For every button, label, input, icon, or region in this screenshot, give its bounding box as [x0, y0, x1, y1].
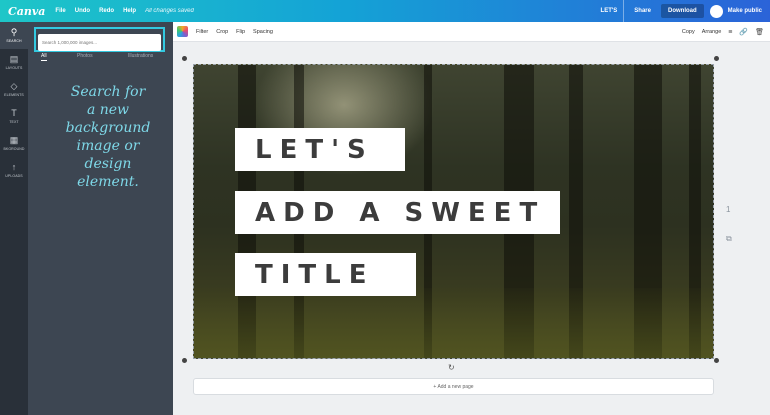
editor-toolbar: Filter Crop Flip Spacing Copy Arrange ≡ …: [173, 22, 770, 42]
hint-line: background: [65, 120, 151, 136]
topbar-actions: LET'S Share Download Make public: [595, 0, 770, 22]
panel-hint: Search for a new background image or des…: [40, 83, 176, 191]
elements-icon: ◇: [10, 81, 18, 91]
filter-button[interactable]: Filter: [196, 29, 208, 35]
nav-label-background: BKGROUND: [3, 147, 25, 151]
arrange-button[interactable]: Arrange: [702, 29, 722, 35]
title-line-1[interactable]: LET'S: [235, 128, 405, 171]
tab-illustrations[interactable]: Illustrations: [128, 53, 153, 59]
link-icon[interactable]: 🔗: [739, 28, 748, 36]
nav-label-text: TEXT: [9, 120, 19, 124]
upload-icon: ↑: [11, 162, 17, 172]
menu-undo[interactable]: Undo: [75, 8, 90, 14]
tab-all[interactable]: All: [41, 53, 47, 61]
hint-line: element.: [77, 174, 139, 190]
copy-button[interactable]: Copy: [682, 29, 695, 35]
rotate-icon[interactable]: ↻: [448, 363, 455, 372]
search-panel: All Photos Illustrations Search for a ne…: [28, 22, 173, 415]
duplicate-page-icon[interactable]: ⧉: [726, 234, 732, 244]
nav-item-text[interactable]: T TEXT: [0, 103, 28, 130]
hint-line: design: [84, 156, 132, 172]
nav-item-search[interactable]: ⚲ SEARCH: [0, 22, 28, 49]
resize-handle[interactable]: [182, 358, 187, 363]
nav-item-layouts[interactable]: ▤ LAYOUTS: [0, 49, 28, 76]
crop-button[interactable]: Crop: [216, 29, 228, 35]
menu-file[interactable]: File: [55, 8, 65, 14]
align-icon[interactable]: ≡: [728, 29, 732, 36]
title-line-2[interactable]: ADD A SWEET: [235, 191, 560, 234]
resize-handle[interactable]: [714, 358, 719, 363]
search-icon: ⚲: [10, 27, 18, 37]
forest-floor: [194, 288, 713, 358]
search-input[interactable]: [38, 34, 161, 51]
hint-line: Search for: [70, 84, 146, 100]
canvas-area: LET'S ADD A SWEET TITLE ↻ 1 ⧉ + Add a ne…: [173, 42, 770, 415]
menu-redo[interactable]: Redo: [99, 8, 114, 14]
save-status: All changes saved: [145, 8, 194, 14]
menu-help[interactable]: Help: [123, 8, 136, 14]
design-title[interactable]: LET'S: [595, 0, 625, 22]
left-nav: ⚲ SEARCH ▤ LAYOUTS ◇ ELEMENTS T TEXT ▦ B…: [0, 22, 28, 415]
resize-handle[interactable]: [714, 56, 719, 61]
panel-tabs: All Photos Illustrations: [41, 53, 153, 61]
top-bar: Canva File Undo Redo Help All changes sa…: [0, 0, 770, 22]
share-button[interactable]: Share: [634, 8, 651, 14]
nav-label-layouts: LAYOUTS: [5, 66, 23, 70]
download-button[interactable]: Download: [660, 4, 704, 18]
avatar[interactable]: [709, 4, 723, 18]
layouts-icon: ▤: [9, 54, 19, 64]
search-highlight: [34, 27, 165, 52]
resize-handle[interactable]: [182, 56, 187, 61]
spacing-button[interactable]: Spacing: [253, 29, 273, 35]
hint-line: a new: [86, 102, 130, 118]
add-page-button[interactable]: + Add a new page: [193, 378, 714, 395]
nav-label-uploads: UPLOADS: [5, 174, 23, 178]
background-icon: ▦: [9, 135, 19, 145]
nav-label-search: SEARCH: [6, 39, 22, 43]
tab-photos[interactable]: Photos: [77, 53, 93, 59]
toolbar-right: Copy Arrange ≡ 🔗 🗑: [682, 22, 764, 42]
nav-label-elements: ELEMENTS: [4, 93, 24, 97]
nav-item-uploads[interactable]: ↑ UPLOADS: [0, 157, 28, 184]
trash-icon[interactable]: 🗑: [755, 28, 764, 36]
color-picker-icon[interactable]: [177, 26, 188, 37]
hint-line: image or: [76, 138, 140, 154]
nav-item-background[interactable]: ▦ BKGROUND: [0, 130, 28, 157]
design-page[interactable]: LET'S ADD A SWEET TITLE: [193, 64, 714, 359]
flip-button[interactable]: Flip: [236, 29, 245, 35]
make-public-button[interactable]: Make public: [728, 8, 762, 14]
canva-logo[interactable]: Canva: [8, 5, 45, 18]
page-number: 1: [726, 205, 731, 214]
text-icon: T: [11, 108, 17, 118]
title-line-3[interactable]: TITLE: [235, 253, 416, 296]
nav-item-elements[interactable]: ◇ ELEMENTS: [0, 76, 28, 103]
